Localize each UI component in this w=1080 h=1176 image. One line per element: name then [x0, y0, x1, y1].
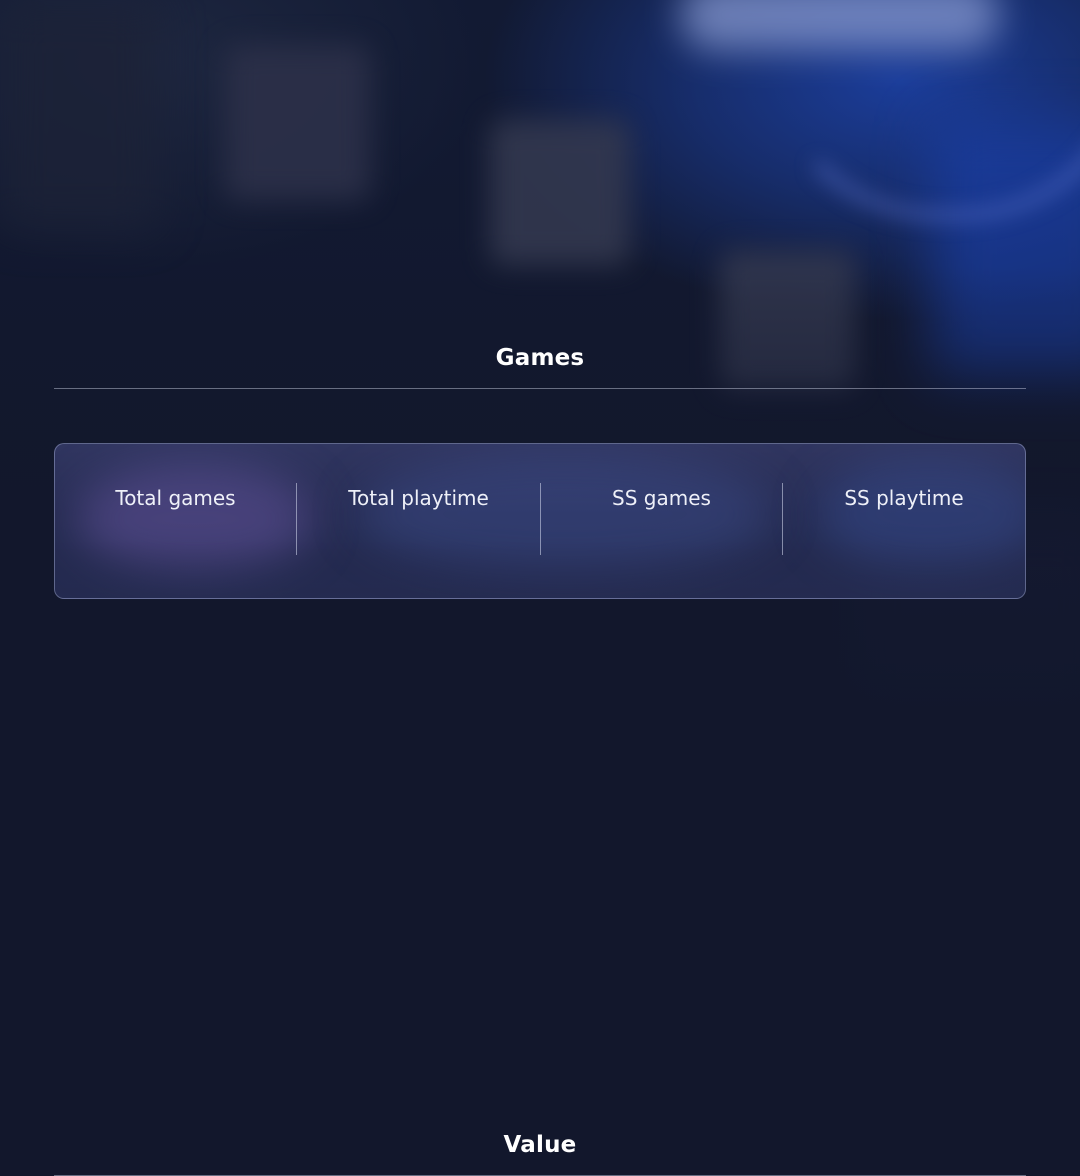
stat-label: Total playtime: [348, 486, 489, 510]
stat-ss-playtime: SS playtime: [783, 444, 1025, 598]
stat-label: SS playtime: [844, 486, 964, 510]
stat-ss-games: SS games: [541, 444, 782, 598]
background-fade: [0, 0, 1080, 760]
games-stats-card: Total games Total playtime SS games SS p…: [54, 443, 1026, 599]
games-section-title: Games: [495, 345, 585, 371]
stat-total-games: Total games: [55, 444, 296, 598]
games-section-divider: [54, 388, 1026, 389]
value-section-title: Value: [503, 1132, 577, 1158]
stat-label: SS games: [612, 486, 711, 510]
stat-total-playtime: Total playtime: [297, 444, 540, 598]
blurred-background: [0, 0, 1080, 760]
stat-label: Total games: [115, 486, 236, 510]
